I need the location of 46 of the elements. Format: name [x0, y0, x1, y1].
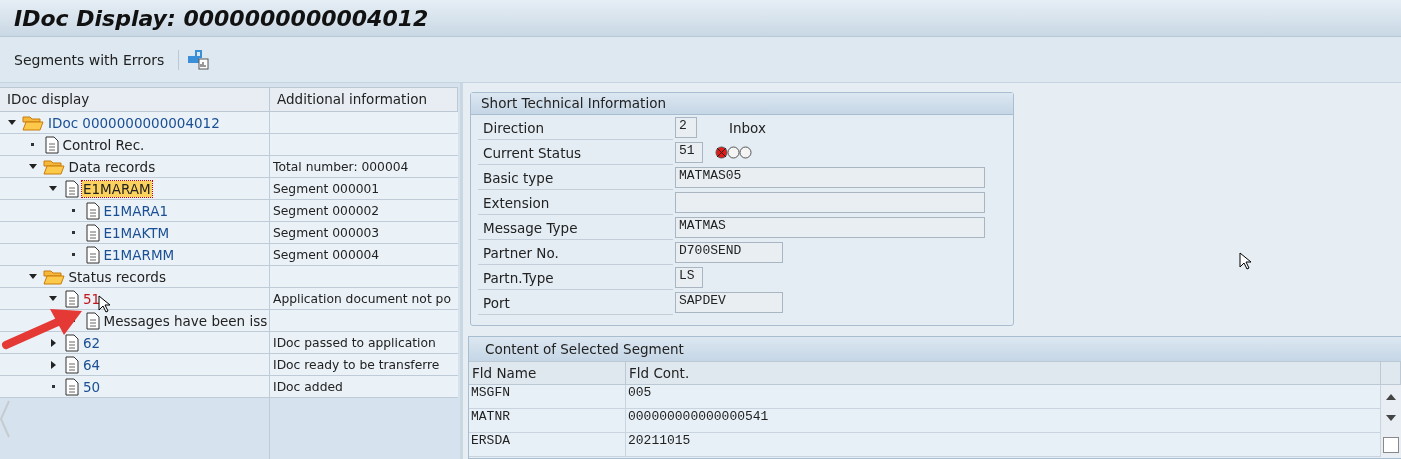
table-cell: Segment 000001: [270, 178, 458, 200]
field-label: Extension: [478, 190, 673, 215]
table-cell: 000000000000000541: [626, 409, 1381, 433]
table-cell: ERSDA: [469, 433, 626, 457]
tree-node-label[interactable]: 51: [82, 290, 102, 307]
table-cell: MATNR: [469, 409, 626, 433]
group-box-title: Short Technical Information: [471, 93, 1013, 115]
field-label: Basic type: [478, 165, 673, 190]
table-cell: Segment 000002: [270, 200, 458, 222]
table-cell: Segment 000003: [270, 222, 458, 244]
window-title: IDoc Display: 0000000000004012: [14, 5, 429, 31]
tree-node-label[interactable]: 62: [82, 334, 102, 351]
field-label: Message Type: [478, 215, 673, 240]
table-cell: IDoc ready to be transferre: [270, 354, 458, 376]
input-field[interactable]: D700SEND: [675, 242, 783, 263]
table-cell: Application document not po: [270, 288, 458, 310]
column-header[interactable]: Fld Cont.: [626, 361, 1381, 385]
input-field[interactable]: 2: [675, 117, 697, 138]
table-cell: 20211015: [626, 433, 1381, 457]
panel-title: Content of Selected Segment: [469, 337, 1401, 361]
direction-text: Inbox: [729, 119, 766, 136]
table-cell: Total number: 000004: [270, 156, 458, 178]
table-cell: IDoc added: [270, 376, 458, 398]
table-cell: Segment 000004: [270, 244, 458, 266]
field-label: Direction: [478, 115, 673, 140]
segments-with-errors-button[interactable]: Segments with Errors: [8, 47, 171, 72]
field-label: Partn.Type: [478, 265, 673, 290]
tree-node-label[interactable]: 64: [82, 356, 102, 373]
table-cell: 005: [626, 385, 1381, 409]
field-label: Port: [478, 290, 673, 315]
field-label: Current Status: [478, 140, 673, 165]
tree-node-label[interactable]: E1MARAM: [82, 180, 152, 197]
tree-node-label[interactable]: E1MARA1: [102, 202, 170, 219]
input-field[interactable]: SAPDEV: [675, 292, 783, 313]
table-cell: MSGFN: [469, 385, 626, 409]
input-field[interactable]: MATMAS05: [675, 167, 985, 188]
input-field[interactable]: LS: [675, 267, 703, 288]
input-field[interactable]: 51: [675, 142, 703, 163]
column-header: Additional information: [270, 87, 458, 112]
column-header[interactable]: Fld Name: [469, 361, 626, 385]
table-cell: IDoc passed to application: [270, 332, 458, 354]
column-header: IDoc display: [0, 87, 270, 112]
tree-node-label[interactable]: 50: [82, 378, 102, 395]
tree-node-label[interactable]: E1MAKTM: [102, 224, 171, 241]
input-field[interactable]: MATMAS: [675, 217, 985, 238]
field-label: Partner No.: [478, 240, 673, 265]
